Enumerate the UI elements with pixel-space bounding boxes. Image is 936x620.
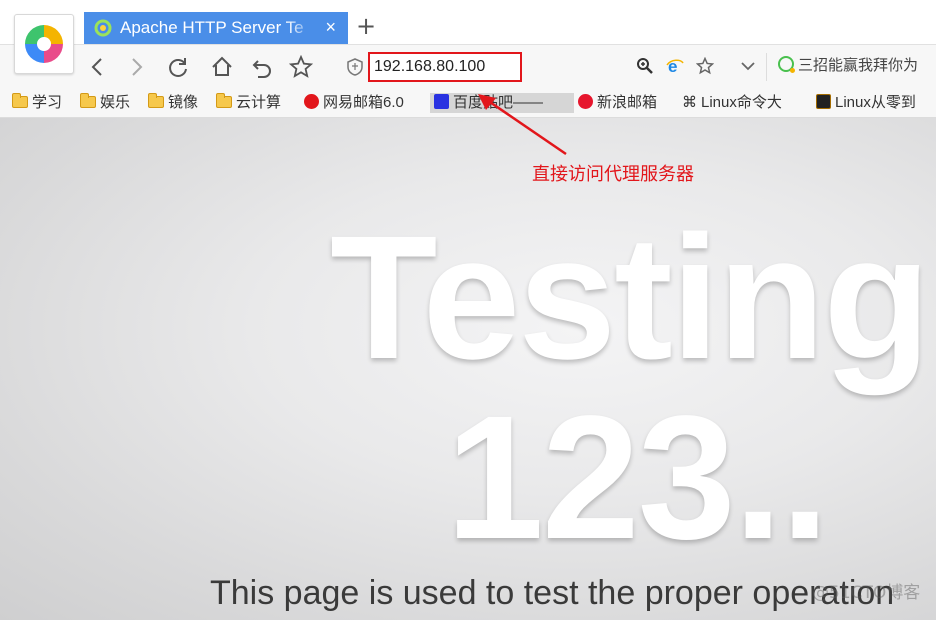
sina-icon: [578, 94, 593, 109]
reload-icon[interactable]: [166, 55, 190, 79]
new-tab-button[interactable]: +: [356, 12, 376, 40]
dropdown-chevron-icon[interactable]: [740, 57, 756, 79]
folder-icon: [80, 93, 96, 108]
bookmarks-bar: 学习 娱乐 镜像 云计算 网易邮箱6.0 百度贴吧—— 新浪邮箱 ⌘ Linux命…: [0, 89, 936, 118]
baidu-icon: [434, 94, 449, 109]
browser-logo-icon[interactable]: [14, 14, 74, 74]
bookmark-folder-mirror[interactable]: 镜像: [148, 93, 198, 113]
linux-icon: [816, 94, 831, 109]
testing-number-heading: 123..: [446, 380, 829, 576]
search-box[interactable]: 三招能赢我拜你为: [778, 54, 936, 80]
linux-cmd-icon: ⌘: [682, 94, 697, 111]
ie-mode-icon[interactable]: e: [666, 57, 684, 79]
tab-apache[interactable]: Apache HTTP Server Te ×: [84, 12, 348, 44]
address-input[interactable]: [370, 55, 514, 79]
testing-heading: Testing: [330, 200, 931, 396]
test-page-paragraph: This page is used to test the proper ope…: [210, 574, 895, 612]
bookmark-sina-mail[interactable]: 新浪邮箱: [578, 93, 657, 113]
back-icon[interactable]: [86, 55, 110, 79]
bookmark-linux-from-zero[interactable]: Linux从零到: [816, 93, 936, 113]
toolbar-divider: [766, 53, 767, 81]
page-favicon-icon: [94, 19, 112, 37]
forward-icon[interactable]: [124, 55, 148, 79]
page-content: Testing 123.. This page is used to test …: [0, 118, 936, 620]
favorite-star-icon[interactable]: [289, 55, 313, 79]
zoom-icon[interactable]: [636, 57, 654, 79]
folder-icon: [12, 93, 28, 108]
bookmark-linux-commands[interactable]: ⌘ Linux命令大: [682, 93, 804, 113]
bookmark-folder-cloud[interactable]: 云计算: [216, 93, 281, 113]
folder-icon: [148, 93, 164, 108]
netease-icon: [304, 94, 319, 109]
annotation-text: 直接访问代理服务器: [532, 164, 694, 185]
bookmark-folder-entertainment[interactable]: 娱乐: [80, 93, 130, 113]
security-shield-icon[interactable]: [347, 58, 363, 80]
tab-bar: Apache HTTP Server Te × +: [0, 0, 936, 44]
bookmark-netease-mail[interactable]: 网易邮箱6.0: [304, 93, 420, 113]
search-text: 三招能赢我拜你为: [798, 57, 919, 74]
watermark: @51CTO博客: [812, 583, 921, 603]
navigation-toolbar: e 三招能赢我拜你为: [0, 44, 936, 90]
home-icon[interactable]: [210, 55, 234, 79]
bookmark-star-icon[interactable]: [695, 56, 715, 79]
address-bar[interactable]: [368, 52, 522, 82]
tab-close-icon[interactable]: ×: [325, 17, 336, 38]
search-engine-icon: [778, 56, 795, 73]
undo-close-tab-icon[interactable]: [250, 55, 274, 79]
annotation-arrow-icon: [478, 94, 567, 156]
tab-title: Apache HTTP Server Te: [120, 18, 304, 37]
folder-icon: [216, 93, 232, 108]
bookmark-folder-study[interactable]: 学习: [12, 93, 62, 113]
